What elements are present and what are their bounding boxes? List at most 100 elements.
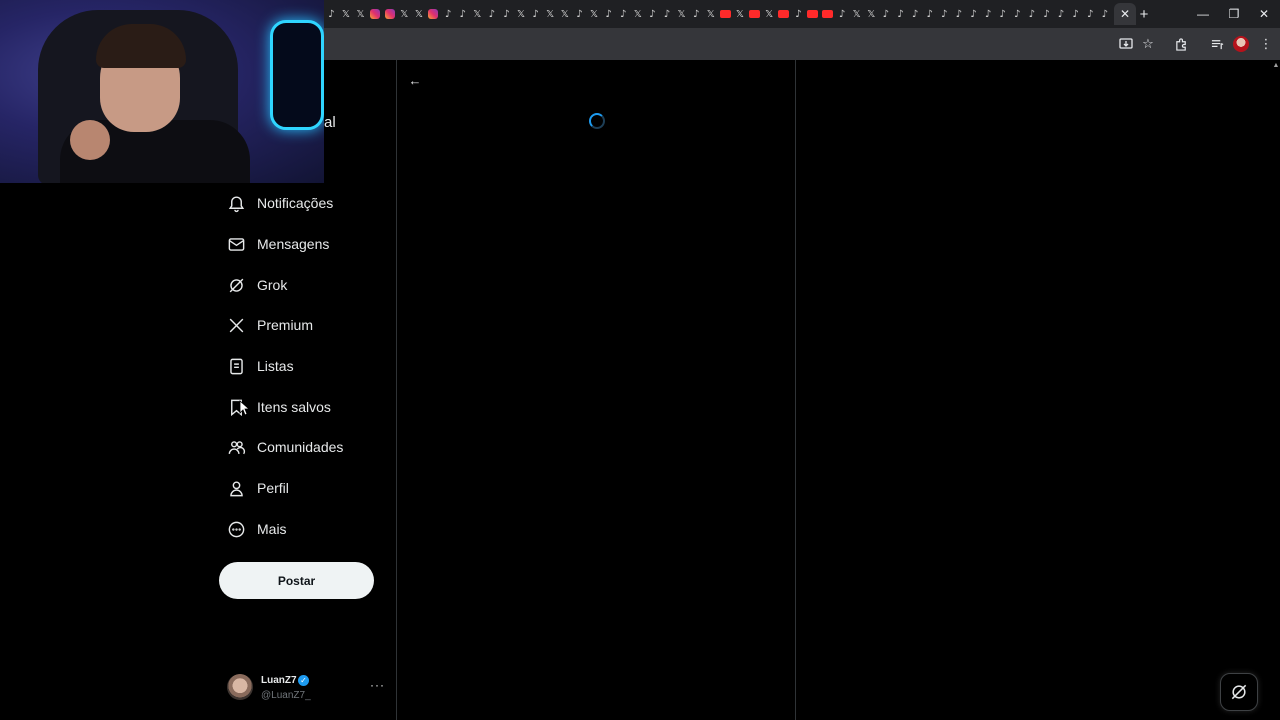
people-icon <box>226 437 246 457</box>
x-icon[interactable]: 𝕏 <box>397 6 412 22</box>
tiktok-icon[interactable]: ♪ <box>791 6 806 22</box>
sidebar-item-label: Itens salvos <box>257 399 331 415</box>
instagram-icon[interactable] <box>426 6 441 22</box>
x-icon[interactable]: 𝕏 <box>339 6 354 22</box>
new-tab-button[interactable]: + <box>1136 4 1152 24</box>
tiktok-icon[interactable]: ♪ <box>1010 6 1025 22</box>
tiktok-icon[interactable]: ♪ <box>616 6 631 22</box>
mouse-cursor-icon <box>239 400 249 416</box>
background-light <box>270 20 324 130</box>
tiktok-icon[interactable]: ♪ <box>645 6 660 22</box>
tab-list: ♪ 𝕏 𝕏 𝕏 𝕏 ♪ ♪ 𝕏 ♪ ♪ 𝕏 ♪ 𝕏 𝕏 ♪ 𝕏 ♪ ♪ 𝕏 ♪ ♪ 𝕏 ♪ 𝕏 𝕏 𝕏 ♪ ♪ 𝕏 𝕏 ♪ ♪ ♪ ♪ ♪ ♪ ♪ ♪ ♪ ♪… <box>324 3 1137 25</box>
instagram-icon[interactable] <box>382 6 397 22</box>
person-hand <box>70 120 110 160</box>
tiktok-icon[interactable]: ♪ <box>660 6 675 22</box>
youtube-icon[interactable] <box>806 6 821 22</box>
tiktok-icon[interactable]: ♪ <box>455 6 470 22</box>
tiktok-icon[interactable]: ♪ <box>1083 6 1098 22</box>
tiktok-icon[interactable]: ♪ <box>908 6 923 22</box>
x-icon[interactable]: 𝕏 <box>543 6 558 22</box>
youtube-icon[interactable] <box>747 6 762 22</box>
x-icon[interactable]: 𝕏 <box>470 6 485 22</box>
extensions-icon[interactable] <box>1172 35 1190 53</box>
instagram-icon[interactable] <box>368 6 383 22</box>
x-icon[interactable]: 𝕏 <box>864 6 879 22</box>
tiktok-icon[interactable]: ♪ <box>937 6 952 22</box>
tiktok-icon[interactable]: ♪ <box>952 6 967 22</box>
x-icon[interactable]: 𝕏 <box>733 6 748 22</box>
youtube-icon[interactable] <box>718 6 733 22</box>
account-handle: @LuanZ7_ <box>261 690 311 701</box>
sidebar-item-lists[interactable]: Listas <box>226 351 294 381</box>
close-window-button[interactable]: ✕ <box>1256 4 1272 24</box>
x-icon[interactable]: 𝕏 <box>412 6 427 22</box>
x-icon[interactable]: 𝕏 <box>674 6 689 22</box>
close-tab-icon[interactable]: ✕ <box>1114 3 1137 25</box>
tiktok-icon[interactable]: ♪ <box>1097 6 1112 22</box>
mail-icon <box>226 234 246 254</box>
youtube-icon[interactable] <box>820 6 835 22</box>
x-icon[interactable]: 𝕏 <box>558 6 573 22</box>
sidebar-item-profile[interactable]: Perfil <box>226 473 289 503</box>
youtube-icon[interactable] <box>776 6 791 22</box>
webcam-overlay <box>0 0 324 183</box>
avatar <box>227 674 253 700</box>
x-icon[interactable]: 𝕏 <box>587 6 602 22</box>
x-icon[interactable]: 𝕏 <box>514 6 529 22</box>
install-app-icon[interactable] <box>1117 35 1135 53</box>
sidebar-item-notifications[interactable]: Notificações <box>226 188 333 218</box>
sidebar-item-label: Listas <box>257 358 294 374</box>
partially-hidden-nav-label: al <box>324 114 336 131</box>
more-circle-icon <box>226 519 246 539</box>
tiktok-icon[interactable]: ♪ <box>601 6 616 22</box>
post-button[interactable]: Postar <box>219 562 374 599</box>
back-arrow-icon[interactable]: ← <box>407 72 423 88</box>
scrollbar-up-arrow[interactable]: ▲ <box>1272 62 1280 72</box>
person-icon <box>226 478 246 498</box>
tiktok-icon[interactable]: ♪ <box>485 6 500 22</box>
x-logo-icon <box>226 315 246 335</box>
tiktok-icon[interactable]: ♪ <box>981 6 996 22</box>
sidebar-item-messages[interactable]: Mensagens <box>226 229 329 259</box>
tiktok-icon[interactable]: ♪ <box>689 6 704 22</box>
sidebar-item-label: Perfil <box>257 480 289 496</box>
tiktok-icon[interactable]: ♪ <box>441 6 456 22</box>
x-icon[interactable]: 𝕏 <box>762 6 777 22</box>
x-icon[interactable]: 𝕏 <box>353 6 368 22</box>
restore-button[interactable]: ❐ <box>1226 4 1242 24</box>
x-icon[interactable]: 𝕏 <box>630 6 645 22</box>
bell-icon <box>226 193 246 213</box>
grok-floating-button[interactable] <box>1220 673 1258 711</box>
tiktok-icon[interactable]: ♪ <box>1054 6 1069 22</box>
tiktok-icon[interactable]: ♪ <box>528 6 543 22</box>
sidebar-item-label: Comunidades <box>257 439 344 455</box>
sidebar-item-grok[interactable]: Grok <box>226 270 287 300</box>
tiktok-icon[interactable]: ♪ <box>966 6 981 22</box>
browser-profile-avatar[interactable] <box>1233 36 1249 52</box>
tiktok-icon[interactable]: ♪ <box>893 6 908 22</box>
x-icon[interactable]: 𝕏 <box>703 6 718 22</box>
x-icon[interactable]: 𝕏 <box>849 6 864 22</box>
minimize-button[interactable]: — <box>1195 4 1211 24</box>
account-switcher[interactable]: LuanZ7 ✓ @LuanZ7_ ··· <box>226 672 386 708</box>
tiktok-icon[interactable]: ♪ <box>835 6 850 22</box>
sidebar-item-premium[interactable]: Premium <box>226 310 313 340</box>
sidebar-item-more[interactable]: Mais <box>226 514 287 544</box>
tiktok-icon[interactable]: ♪ <box>1025 6 1040 22</box>
tiktok-icon[interactable]: ♪ <box>995 6 1010 22</box>
tiktok-icon[interactable]: ♪ <box>1068 6 1083 22</box>
tiktok-icon[interactable]: ♪ <box>324 6 339 22</box>
main-column-left-border <box>396 60 397 720</box>
tiktok-icon[interactable]: ♪ <box>922 6 937 22</box>
tiktok-icon[interactable]: ♪ <box>499 6 514 22</box>
sidebar-item-communities[interactable]: Comunidades <box>226 432 343 462</box>
tiktok-icon[interactable]: ♪ <box>1039 6 1054 22</box>
tiktok-icon[interactable]: ♪ <box>572 6 587 22</box>
grok-icon <box>226 275 246 295</box>
account-more-icon[interactable]: ··· <box>370 678 385 692</box>
loading-spinner <box>589 113 605 129</box>
tiktok-icon[interactable]: ♪ <box>879 6 894 22</box>
browser-menu-icon[interactable]: ⋮ <box>1257 35 1275 53</box>
media-control-icon[interactable] <box>1208 35 1226 53</box>
bookmark-star-icon[interactable]: ☆ <box>1139 35 1157 53</box>
